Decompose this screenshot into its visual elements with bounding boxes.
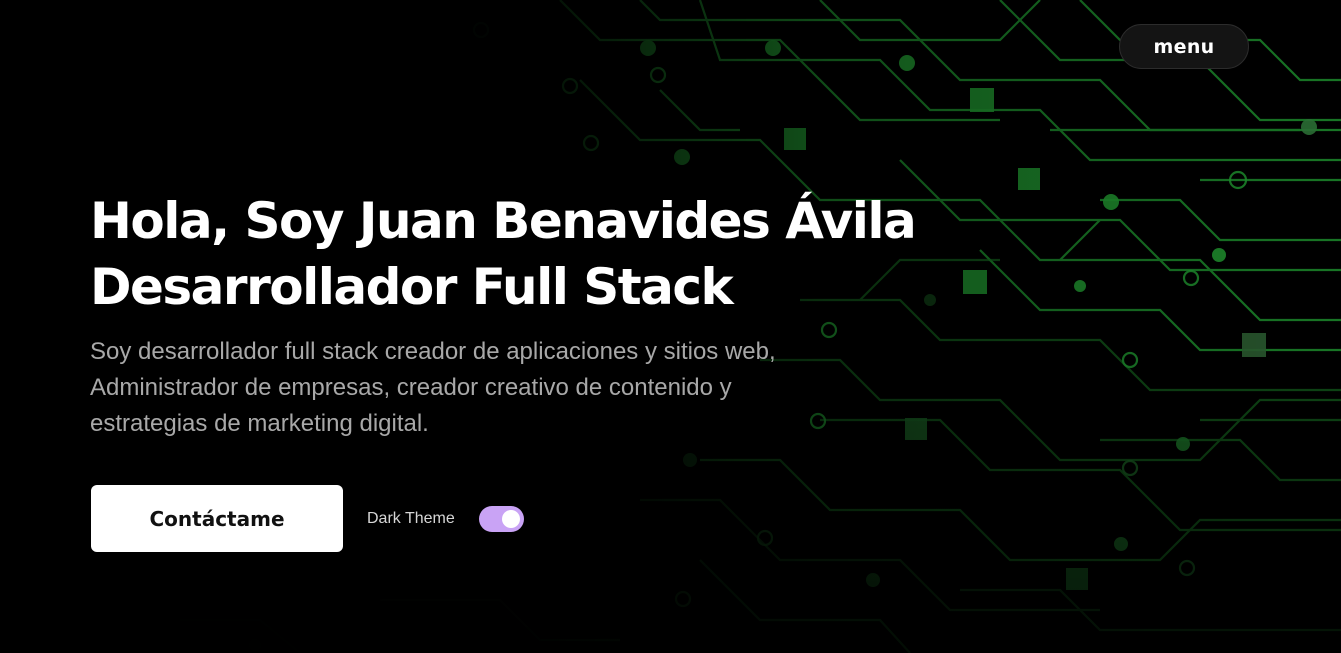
hero-description: Soy desarrollador full stack creador de … (90, 338, 776, 437)
hero-title-line-2: Desarrollador Full Stack (90, 258, 734, 316)
hero-title-line-1: Hola, Soy Juan Benavides Ávila (90, 192, 917, 250)
theme-toggle-label: Dark Theme (367, 509, 455, 527)
toggle-knob (501, 509, 520, 528)
menu-button[interactable]: menu (1119, 24, 1249, 69)
hero-section: menu Hola, Soy Juan Benavides Ávila Desa… (0, 0, 1341, 653)
hero-title: Hola, Soy Juan Benavides Ávila Desarroll… (90, 188, 1050, 320)
hero-content: Hola, Soy Juan Benavides Ávila Desarroll… (90, 188, 1050, 442)
contact-button[interactable]: Contáctame (91, 485, 343, 552)
hero-actions: Contáctame Dark Theme (91, 485, 524, 552)
dark-theme-toggle[interactable] (478, 505, 524, 532)
